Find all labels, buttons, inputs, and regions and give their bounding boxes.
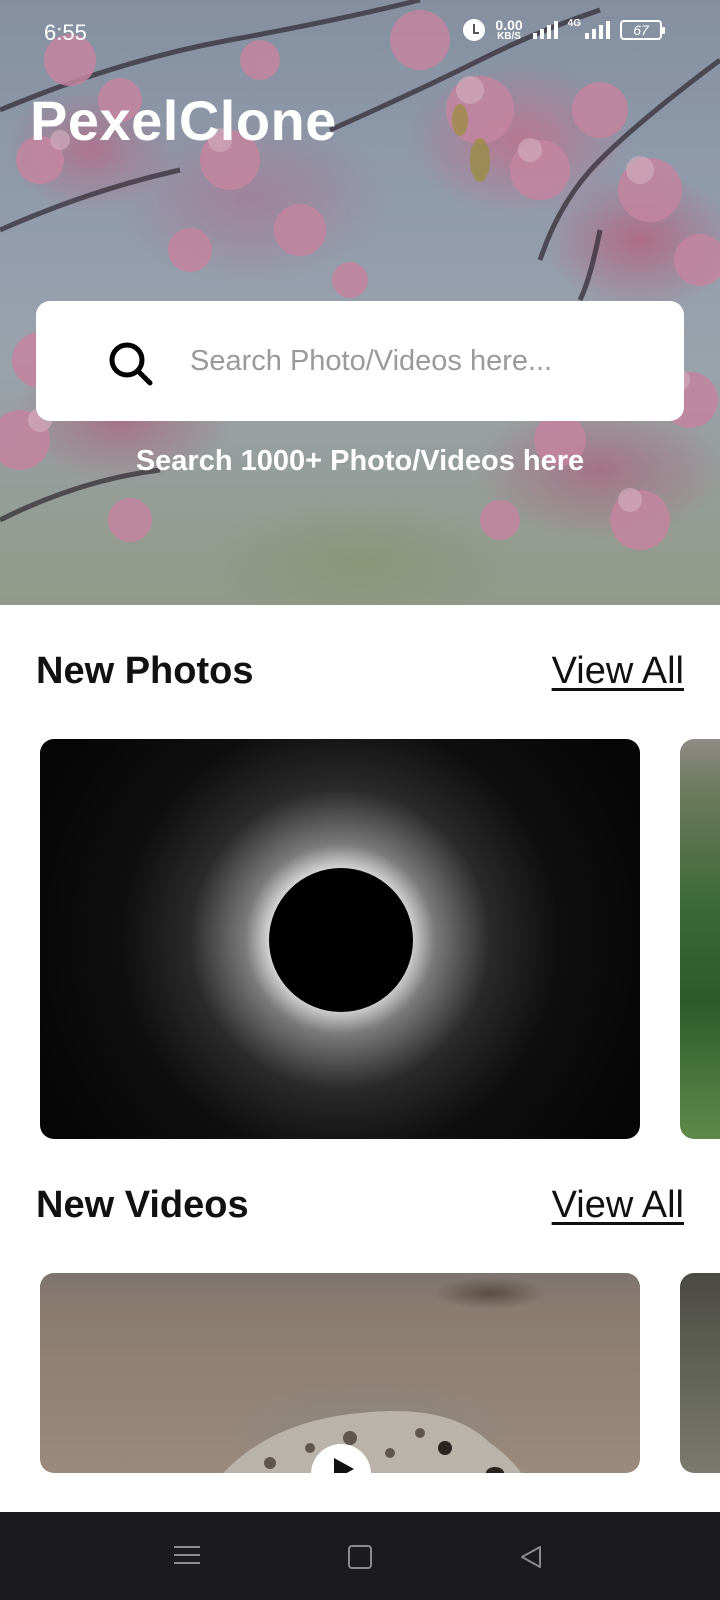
search-box[interactable] [36, 301, 684, 421]
video-card[interactable] [680, 1273, 720, 1473]
video-thumbnail [223, 1411, 522, 1473]
status-icons: 0.00 KB/S 4G 67 [463, 18, 665, 42]
hero-banner: 6:55 0.00 KB/S 4G 67 PexelClone Search 1… [0, 0, 720, 605]
menu-icon[interactable] [170, 1540, 204, 1574]
videos-section-header: New Videos View All [36, 1184, 684, 1234]
back-icon[interactable] [514, 1540, 548, 1574]
status-time: 6:55 [44, 20, 87, 45]
battery-icon: 67 [620, 20, 665, 40]
search-icon[interactable] [108, 341, 154, 387]
photos-section-title: New Photos [36, 650, 254, 692]
video-card[interactable] [40, 1273, 640, 1473]
search-input[interactable] [190, 301, 660, 421]
system-nav-bar [0, 1512, 720, 1600]
photo-card[interactable] [40, 739, 640, 1139]
app-title: PexelClone [30, 89, 337, 152]
network-speed-unit: KB/S [497, 31, 521, 42]
photos-section-header: New Photos View All [36, 650, 684, 700]
status-bar: 6:55 0.00 KB/S 4G 67 [0, 0, 720, 64]
network-speed: 0.00 KB/S [495, 18, 522, 42]
photo-card[interactable] [680, 739, 720, 1139]
network-type: 4G [567, 18, 581, 29]
videos-section-title: New Videos [36, 1184, 249, 1226]
alarm-icon [463, 19, 486, 41]
battery-level: 67 [633, 22, 649, 38]
photos-view-all-link[interactable]: View All [552, 650, 684, 693]
home-icon[interactable] [342, 1540, 376, 1574]
network-speed-value: 0.00 [495, 17, 523, 33]
videos-view-all-link[interactable]: View All [552, 1184, 684, 1227]
search-subtitle: Search 1000+ Photo/Videos here [135, 445, 585, 477]
photo-thumbnail [269, 868, 413, 1012]
signal-icon [532, 21, 558, 39]
signal-4g-icon [585, 21, 610, 39]
